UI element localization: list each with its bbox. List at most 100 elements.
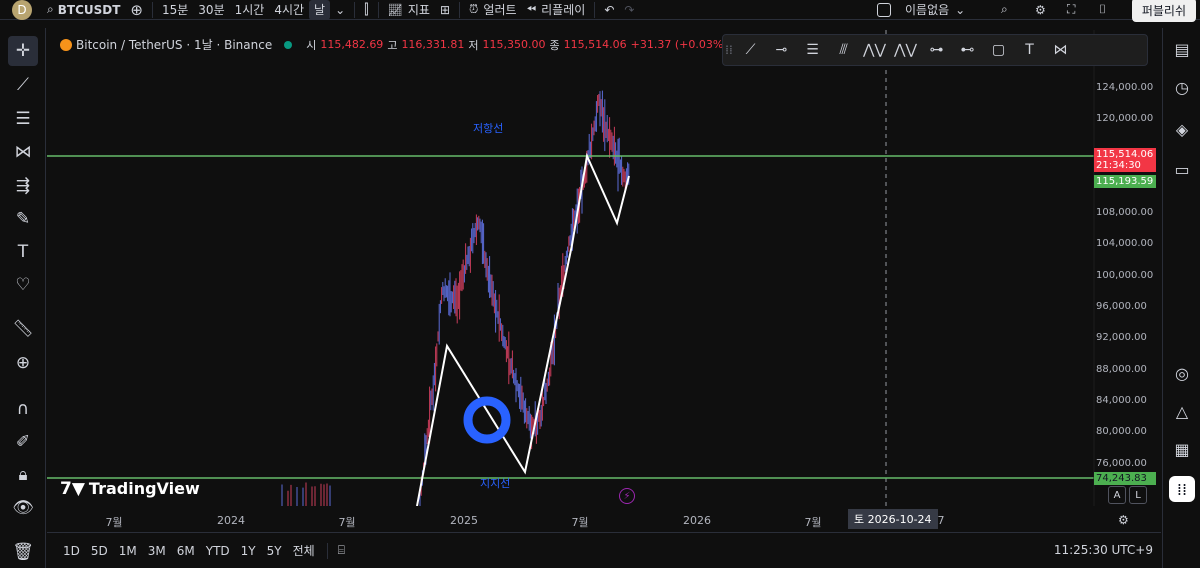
auto-scale-button[interactable]: A (1108, 486, 1126, 504)
lock-drawings-tool[interactable]: ✐ (8, 427, 38, 457)
divider (326, 542, 328, 559)
price-tick: 88,000.00 (1096, 364, 1147, 375)
parallel-channel-button[interactable]: ☰ (797, 36, 828, 64)
trend-line-tool[interactable]: ⟋ (8, 70, 38, 100)
symbol-search[interactable]: ⌕ BTCUSDT (42, 0, 125, 20)
divider (459, 1, 461, 18)
fib-tool[interactable]: ☰ (8, 104, 38, 134)
range-1y[interactable]: 1Y (237, 544, 260, 558)
timeframe-dropdown[interactable]: ⌄ (330, 0, 350, 20)
indicators-icon: 📈︎ (387, 2, 403, 17)
timeframe-4h[interactable]: 4시간 (269, 0, 309, 20)
magnet-tool[interactable]: ∩ (8, 394, 38, 424)
redo-button[interactable]: ↷ (619, 0, 639, 20)
indicators-button[interactable]: 📈︎ 지표 (383, 0, 435, 20)
xabcd-button[interactable]: ⋀⋁ (859, 36, 890, 64)
drag-handle-icon[interactable]: ⁞⁞ (723, 43, 735, 57)
channel-icon: ☰ (806, 42, 819, 58)
lock-tool[interactable]: 🔒︎ (8, 460, 38, 490)
rectangle-button[interactable]: ▢ (983, 36, 1014, 64)
long-position-button[interactable]: ⊷ (952, 36, 983, 64)
range-6m[interactable]: 6M (173, 544, 199, 558)
search-icon: ⌕ (47, 2, 54, 16)
text-icon: T (1025, 42, 1034, 58)
tv-mark-icon: 𝟳▼ (60, 479, 85, 499)
ruler-icon: 📏︎ (12, 319, 34, 339)
log-scale-button[interactable]: L (1129, 486, 1147, 504)
camera-icon: ⌷ (1099, 2, 1107, 16)
range-5y[interactable]: 5Y (263, 544, 286, 558)
layout-name-button[interactable]: 이름없음 ⌄ (872, 0, 970, 20)
text-tool-button[interactable]: T (1014, 36, 1045, 64)
ray-tool-button[interactable]: ⊸ (766, 36, 797, 64)
time-axis-settings[interactable]: ⚙ (1118, 513, 1129, 527)
range-1d[interactable]: 1D (59, 544, 84, 558)
avatar[interactable]: D (12, 0, 32, 20)
abcd-button[interactable]: ⋀⋁ (890, 36, 921, 64)
object-tree-button[interactable]: ◈ (1169, 116, 1195, 142)
range-3m[interactable]: 3M (144, 544, 170, 558)
compare-button[interactable]: ⊕ (125, 0, 148, 20)
ring-marker[interactable] (463, 396, 511, 444)
range-1m[interactable]: 1M (115, 544, 141, 558)
date-range-button[interactable]: ⊶ (921, 36, 952, 64)
ideas-button[interactable]: △ (1169, 398, 1195, 424)
timeframe-1h[interactable]: 1시간 (230, 0, 270, 20)
timeframe-15m[interactable]: 15분 (157, 0, 193, 20)
quick-search-button[interactable]: ⌕ (996, 0, 1013, 20)
tradingview-logo[interactable]: 𝟳▼ TradingView (60, 479, 200, 499)
timeframe-30m[interactable]: 30분 (193, 0, 229, 20)
target-icon: ◎ (1175, 363, 1189, 383)
snapshot-button[interactable]: ⌷ (1094, 0, 1111, 20)
symbol-title[interactable]: Bitcoin / TetherUS · 1날 · Binance (76, 36, 272, 53)
watchlist-button[interactable]: ▤ (1169, 36, 1195, 62)
time-tick: 7월 (571, 516, 589, 529)
remove-tool[interactable]: 🗑︎ (8, 537, 38, 567)
resistance-annotation[interactable]: 저항선 (473, 120, 503, 136)
templates-button[interactable]: ⊞ (435, 0, 455, 20)
brush-tool[interactable]: ✎ (8, 204, 38, 234)
fib-channel-button[interactable]: ⫻ (828, 36, 859, 64)
calendar-button[interactable]: ▦ (1169, 436, 1195, 462)
tech-button[interactable]: ◎ (1169, 360, 1195, 386)
chart-type-button[interactable]: ⫿ (359, 0, 373, 20)
line-tool-button[interactable]: ⟋ (735, 36, 766, 64)
chevron-down-icon: ⌄ (955, 2, 966, 17)
range-all[interactable]: 전체 (289, 542, 319, 559)
range-ytd[interactable]: YTD (202, 544, 234, 558)
projection-tool[interactable]: ⇶ (8, 171, 38, 201)
price-chart[interactable] (47, 30, 1160, 506)
flash-icon[interactable]: ⚡ (619, 488, 635, 504)
alarms-button[interactable]: ◷ (1169, 74, 1195, 100)
goto-date-button[interactable]: ⌸ (338, 543, 345, 558)
time-tick: 7월 (338, 516, 356, 529)
bitcoin-icon (60, 38, 72, 51)
time-tick: 7월 (105, 516, 123, 529)
text-tool[interactable]: T (8, 237, 38, 267)
alert-button[interactable]: ⏰︎ 얼러트 (464, 0, 522, 20)
candles-group (281, 90, 630, 506)
hide-tool[interactable]: 👁︎ (8, 493, 38, 523)
fullscreen-button[interactable]: ⛶ (1062, 0, 1080, 20)
pattern-drawing[interactable] (416, 152, 630, 506)
pattern-tool-button[interactable]: ⋈ (1045, 36, 1076, 64)
price-tick: 120,000.00 (1096, 113, 1154, 124)
support-annotation[interactable]: 지지선 (480, 475, 510, 491)
symbol-label: BTCUSDT (57, 2, 121, 17)
crosshair-tool[interactable]: ✛ (8, 36, 38, 66)
price-tick: 84,000.00 (1096, 395, 1147, 406)
zoom-tool[interactable]: ⊕ (8, 348, 38, 378)
icon-tool[interactable]: ♡ (8, 270, 38, 300)
apps-button[interactable]: ⁞⁞ (1169, 476, 1195, 502)
range-5d[interactable]: 5D (87, 544, 112, 558)
publish-button[interactable]: 퍼블리쉬 (1131, 0, 1196, 22)
pattern-tool[interactable]: ⋈ (8, 137, 38, 167)
clock[interactable]: 11:25:30 UTC+9 (1054, 543, 1153, 557)
settings-button[interactable]: ⚙ (1030, 0, 1051, 20)
drawing-toolbar: ✛ ⟋ ☰ ⋈ ⇶ ✎ T ♡ 📏︎ ⊕ ∩ ✐ 🔒︎ 👁︎ 🗑︎ (0, 28, 46, 568)
timeframe-1d[interactable]: 날 (309, 0, 331, 20)
measure-tool[interactable]: 📏︎ (8, 314, 38, 344)
chat-button[interactable]: ▭ (1169, 156, 1195, 182)
replay-button[interactable]: ⏪︎ 리플레이 (522, 0, 591, 20)
undo-button[interactable]: ↶ (599, 0, 619, 20)
